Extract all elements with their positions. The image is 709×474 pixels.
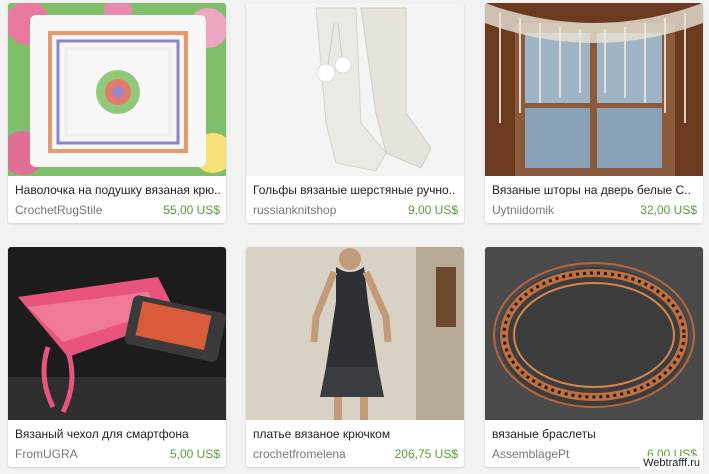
curtain-photo-icon[interactable] [485,3,703,176]
listing-card[interactable]: Гольфы вязаные шерстяные ручно.. russian… [246,3,464,223]
listing-title[interactable]: вязаные браслеты [492,427,698,441]
site-watermark: Webtrafff.ru [640,456,703,470]
shop-name[interactable]: russianknitshop [253,203,336,217]
listing-price: 5,00 US$ [169,447,220,461]
listing-title[interactable]: Вязаные шторы на дверь белые С.. [492,183,698,197]
shop-name[interactable]: FromUGRA [15,447,78,461]
listing-card[interactable]: Наволочка на подушку вязаная крю.. Croch… [8,3,226,223]
shop-name[interactable]: Uytniidomik [492,203,554,217]
listing-title[interactable]: Наволочка на подушку вязаная крю.. [15,183,221,197]
listing-title[interactable]: Гольфы вязаные шерстяные ручно.. [253,183,459,197]
listing-price: 55,00 US$ [163,203,220,217]
listing-card[interactable]: Вязаные шторы на дверь белые С.. Uytniid… [485,3,703,223]
shop-name[interactable]: AssemblagePt [492,447,569,461]
socks-photo-icon[interactable] [246,3,464,176]
dress-photo-icon[interactable] [246,247,464,420]
listing-card[interactable]: платье вязаное крючком crochetfromelena … [246,247,464,467]
pillow-photo-icon[interactable] [8,3,226,176]
shop-name[interactable]: CrochetRugStile [15,203,102,217]
listing-title[interactable]: Вязаный чехол для смартфона [15,427,221,441]
listing-card[interactable]: вязаные браслеты AssemblagePt 6,00 US$ [485,247,703,467]
listing-grid: Наволочка на подушку вязаная крю.. Croch… [0,0,709,474]
listing-title[interactable]: платье вязаное крючком [253,427,459,441]
listing-price: 32,00 US$ [640,203,697,217]
shop-name[interactable]: crochetfromelena [253,447,346,461]
listing-price: 206,75 US$ [394,447,458,461]
listing-price: 9,00 US$ [407,203,458,217]
listing-card[interactable]: Вязаный чехол для смартфона FromUGRA 5,0… [8,247,226,467]
bracelet-photo-icon[interactable] [485,247,703,420]
phone-case-photo-icon[interactable] [8,247,226,420]
